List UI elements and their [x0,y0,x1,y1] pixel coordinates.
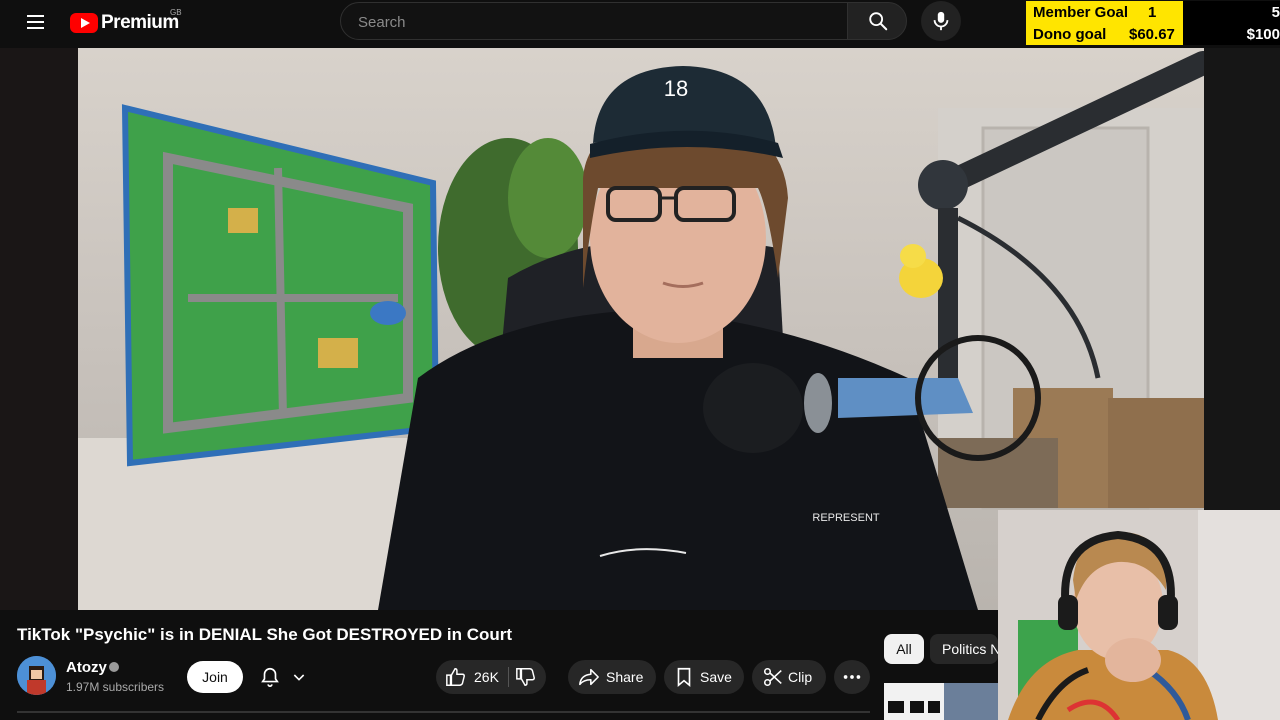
related-video-thumbnail[interactable] [884,683,998,720]
dono-goal-target: $100 [1246,26,1280,43]
thumbnail-image [884,683,998,720]
video-title: TikTok "Psychic" is in DENIAL She Got DE… [17,625,513,644]
chip-politics[interactable]: Politics N [930,634,998,664]
menu-icon[interactable] [22,10,50,34]
clip-button[interactable]: Clip [752,660,826,694]
search-box [340,2,848,41]
thumbs-up-icon [446,668,465,686]
member-goal-current: 1 [1148,4,1157,21]
member-goal-row: Member Goal 1 5 [1026,1,1280,23]
streamer-webcam [998,510,1280,720]
member-goal-target: 5 [1271,4,1280,21]
webcam-frame [998,510,1280,720]
channel-avatar[interactable] [17,656,56,695]
voice-search-button[interactable] [921,1,961,41]
like-count: 26K [474,669,499,685]
verified-badge-icon [109,662,119,672]
member-goal-label: Member Goal [1033,4,1129,21]
search-input[interactable] [356,3,830,41]
search-icon [869,12,888,31]
avatar-icon [17,656,56,695]
bell-icon [261,667,279,687]
svg-text:18: 18 [664,76,688,101]
youtube-play-icon [70,13,98,33]
search-button[interactable] [847,2,907,40]
stream-goal-overlay: Member Goal 1 5 Dono goal $60.67 $100 [1026,1,1280,45]
scissors-icon [763,667,782,687]
country-code: GB [170,8,182,17]
like-button[interactable]: 26K [436,660,508,694]
logo-text: Premium [101,12,179,33]
dislike-button[interactable] [509,660,546,694]
more-horizontal-icon [843,675,861,679]
chevron-down-icon [293,674,305,681]
dono-goal-label: Dono goal [1033,26,1107,43]
join-button[interactable]: Join [187,661,243,693]
svg-text:REPRESENT: REPRESENT [812,512,880,524]
save-label: Save [700,669,732,685]
share-label: Share [606,669,644,685]
more-actions-button[interactable] [834,660,870,694]
clip-label: Clip [788,669,813,685]
share-icon [579,668,599,686]
channel-name[interactable]: Atozy [66,659,107,676]
thumbs-down-icon [516,668,535,686]
microphone-icon [933,11,949,31]
side-shade-left [0,48,78,610]
dono-goal-row: Dono goal $60.67 $100 [1026,23,1280,45]
subscriber-count: 1.97M subscribers [66,680,165,694]
bookmark-icon [677,667,691,688]
youtube-premium-logo[interactable]: Premium GB [70,8,182,37]
side-shade-right [1204,48,1280,510]
notifications-button[interactable] [256,662,318,692]
dono-goal-current: $60.67 [1129,26,1175,43]
save-button[interactable]: Save [664,660,744,694]
chip-all[interactable]: All [884,634,924,664]
description-divider [17,711,870,713]
like-dislike-group: 26K [436,660,546,694]
share-button[interactable]: Share [568,660,656,694]
